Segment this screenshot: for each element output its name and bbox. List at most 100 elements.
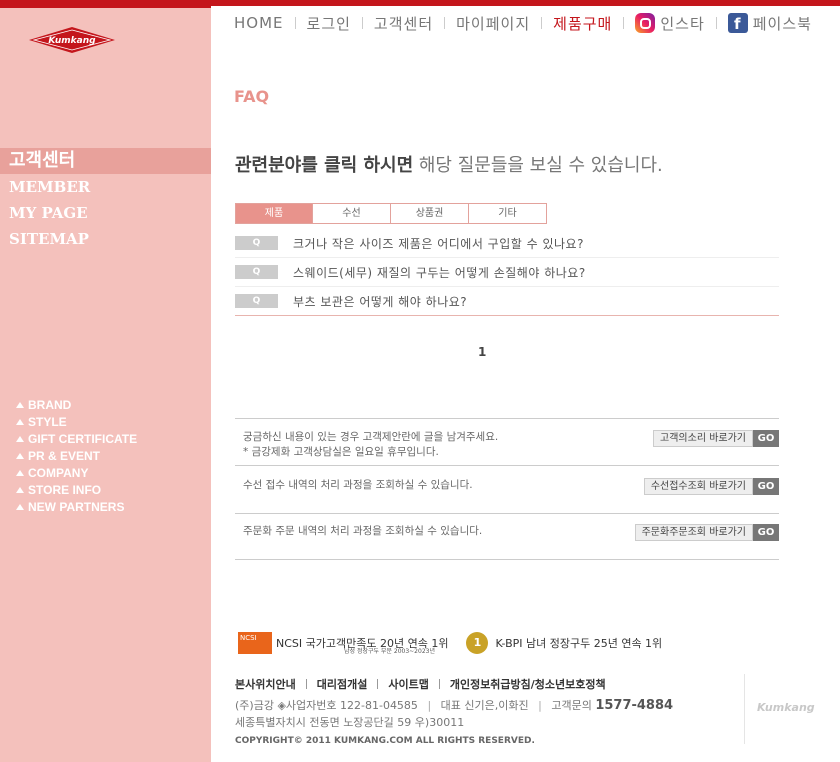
- sidebar-main-menu: 고객센터 MEMBER MY PAGE SITEMAP: [0, 148, 211, 252]
- nav-customer-center[interactable]: 고객센터: [374, 13, 433, 34]
- award-kbpi-text: K-BPI 남녀 정장구두 25년 연속 1위: [495, 637, 663, 650]
- footer-divider: [377, 679, 379, 689]
- faq-tabs: 제품 수선 상품권 기타: [235, 203, 547, 224]
- order-lookup-button[interactable]: 주문화주문조회 바로가기 GO: [634, 524, 779, 541]
- awards: NCSI NCSI 국가고객만족도 20년 연속 1위 남성 정장구두 부문 2…: [238, 632, 663, 655]
- contact-row-repair: 수선 접수 내역의 처리 과정을 조회하실 수 있습니다. 수선접수조회 바로가…: [235, 466, 779, 514]
- company-name: (주)금강: [235, 699, 274, 712]
- sidebar-item-customer-center[interactable]: 고객센터: [0, 148, 211, 174]
- ncsi-badge-icon: NCSI: [238, 632, 272, 654]
- repair-lookup-button[interactable]: 수선접수조회 바로가기 GO: [643, 478, 779, 495]
- top-accent-bar: [211, 0, 840, 6]
- faq-question-list: Q 크거나 작은 사이즈 제품은 어디에서 구입할 수 있나요? Q 스웨이드(…: [235, 229, 779, 316]
- company-address: 세종특별자치시 전동면 노장공단길 59 우)30011: [235, 716, 465, 729]
- triangle-up-icon: [16, 452, 24, 459]
- page-title: FAQ: [234, 87, 270, 106]
- triangle-up-icon: [16, 418, 24, 425]
- tab-repair[interactable]: 수선: [313, 203, 391, 224]
- sidebar-sub-new-partners[interactable]: NEW PARTNERS: [16, 498, 137, 515]
- sidebar-sub-style[interactable]: STYLE: [16, 413, 137, 430]
- go-label: GO: [753, 430, 779, 447]
- q-badge: Q: [235, 294, 278, 308]
- footer-vertical-divider: [744, 674, 745, 744]
- sidebar-sub-brand[interactable]: BRAND: [16, 396, 137, 413]
- faq-question-text[interactable]: 부츠 보관은 어떻게 해야 하나요?: [293, 293, 467, 310]
- sidebar-sub-label: BRAND: [28, 397, 72, 412]
- phone-number: 1577-4884: [595, 698, 674, 713]
- go-label: GO: [753, 478, 779, 495]
- faq-question-row[interactable]: Q 크거나 작은 사이즈 제품은 어디에서 구입할 수 있나요?: [235, 229, 779, 258]
- footer-link-sitemap[interactable]: 사이트맵: [388, 676, 428, 692]
- nav-login[interactable]: 로그인: [307, 13, 351, 34]
- contact-note: * 금강제화 고객상담실은 일요일 휴무입니다.: [243, 446, 439, 458]
- sidebar-sub-gift-certificate[interactable]: GIFT CERTIFICATE: [16, 430, 137, 447]
- button-label: 고객의소리 바로가기: [653, 430, 753, 447]
- footer-link-hq-location[interactable]: 본사위치안내: [235, 676, 296, 692]
- nav-instagram[interactable]: 인스타: [635, 13, 704, 34]
- top-nav: HOME 로그인 고객센터 마이페이지 제품구매 인스타 f 페이스북: [234, 12, 812, 34]
- footer-links: 본사위치안내 대리점개설 사이트맵 개인정보취급방침/청소년보호정책: [235, 676, 606, 692]
- triangle-up-icon: [16, 469, 24, 476]
- nav-divider: [294, 17, 296, 29]
- sidebar-sub-menu: BRAND STYLE GIFT CERTIFICATE PR & EVENT …: [16, 396, 137, 515]
- sidebar-sub-label: COMPANY: [28, 465, 89, 480]
- sidebar-sub-label: STORE INFO: [28, 482, 102, 497]
- triangle-up-icon: [16, 435, 24, 442]
- nav-shop[interactable]: 제품구매: [553, 13, 612, 34]
- sidebar-top-bar: [0, 0, 211, 8]
- faq-question-row[interactable]: Q 부츠 보관은 어떻게 해야 하나요?: [235, 287, 779, 316]
- headline-bold: 관련분야를 클릭 하시면: [235, 155, 414, 176]
- nav-facebook-label: 페이스북: [752, 14, 812, 33]
- nav-instagram-label: 인스타: [660, 14, 705, 33]
- contact-row-order: 주문화 주문 내역의 처리 과정을 조회하실 수 있습니다. 주문화주문조회 바…: [235, 514, 779, 560]
- sidebar-sub-label: NEW PARTNERS: [28, 499, 125, 514]
- faq-question-row[interactable]: Q 스웨이드(세무) 재질의 구두는 어떻게 손질해야 하나요?: [235, 258, 779, 287]
- tab-gift-card[interactable]: 상품권: [391, 203, 469, 224]
- sidebar-sub-store-info[interactable]: STORE INFO: [16, 481, 137, 498]
- ceo-names: 대표 신기은,이화진: [440, 699, 529, 712]
- medal-icon: 1: [466, 632, 489, 654]
- sidebar-sub-pr-event[interactable]: PR & EVENT: [16, 447, 137, 464]
- facebook-icon: f: [727, 13, 748, 33]
- footer-logo: Kumkang: [757, 701, 815, 714]
- contact-section: 궁금하신 내용이 있는 경우 고객제안란에 글을 남겨주세요. * 금강제화 고…: [235, 418, 779, 560]
- nav-divider: [541, 17, 543, 29]
- triangle-up-icon: [16, 503, 24, 510]
- nav-mypage[interactable]: 마이페이지: [456, 13, 530, 34]
- footer-link-privacy[interactable]: 개인정보취급방침/청소년보호정책: [450, 676, 606, 692]
- button-label: 주문화주문조회 바로가기: [634, 524, 753, 541]
- kumkang-logo[interactable]: Kumkang: [28, 26, 116, 54]
- headline-rest: 해당 질문들을 보실 수 있습니다.: [413, 155, 663, 176]
- q-badge: Q: [235, 236, 278, 250]
- faq-question-text[interactable]: 크거나 작은 사이즈 제품은 어디에서 구입할 수 있나요?: [293, 235, 584, 252]
- nav-home[interactable]: HOME: [234, 14, 284, 32]
- pagination-page[interactable]: 1: [478, 345, 486, 359]
- footer-divider: [305, 679, 307, 689]
- triangle-up-icon: [16, 401, 24, 408]
- nav-facebook[interactable]: f 페이스북: [727, 13, 812, 34]
- faq-question-text[interactable]: 스웨이드(세무) 재질의 구두는 어떻게 손질해야 하나요?: [293, 264, 586, 281]
- business-number: ◈사업자번호 122-81-04585: [277, 699, 418, 712]
- sidebar-item-sitemap[interactable]: SITEMAP: [0, 226, 211, 252]
- sidebar-item-mypage[interactable]: MY PAGE: [0, 200, 211, 226]
- nav-divider: [361, 17, 363, 29]
- sidebar-sub-label: STYLE: [28, 414, 67, 429]
- award-ncsi-subtext: 남성 정장구두 부문 2003~2023년: [344, 648, 435, 655]
- tab-product[interactable]: 제품: [235, 203, 313, 224]
- triangle-up-icon: [16, 486, 24, 493]
- footer-company-info: (주)금강 ◈사업자번호 122-81-04585 | 대표 신기은,이화진 |…: [235, 698, 674, 729]
- nav-divider: [623, 17, 625, 29]
- sidebar-sub-company[interactable]: COMPANY: [16, 464, 137, 481]
- copyright: COPYRIGHT© 2011 KUMKANG.COM ALL RIGHTS R…: [235, 736, 535, 746]
- go-label: GO: [753, 524, 779, 541]
- customer-voice-button[interactable]: 고객의소리 바로가기 GO: [653, 430, 779, 447]
- sidebar-item-member[interactable]: MEMBER: [0, 174, 211, 200]
- nav-divider: [444, 17, 446, 29]
- button-label: 수선접수조회 바로가기: [643, 478, 753, 495]
- nav-divider: [715, 17, 717, 29]
- contact-row-voice: 궁금하신 내용이 있는 경우 고객제안란에 글을 남겨주세요. * 금강제화 고…: [235, 419, 779, 466]
- footer-link-dealer[interactable]: 대리점개설: [317, 676, 368, 692]
- phone-label: 고객문의: [551, 699, 592, 712]
- tab-other[interactable]: 기타: [469, 203, 547, 224]
- sidebar-sub-label: PR & EVENT: [28, 448, 101, 463]
